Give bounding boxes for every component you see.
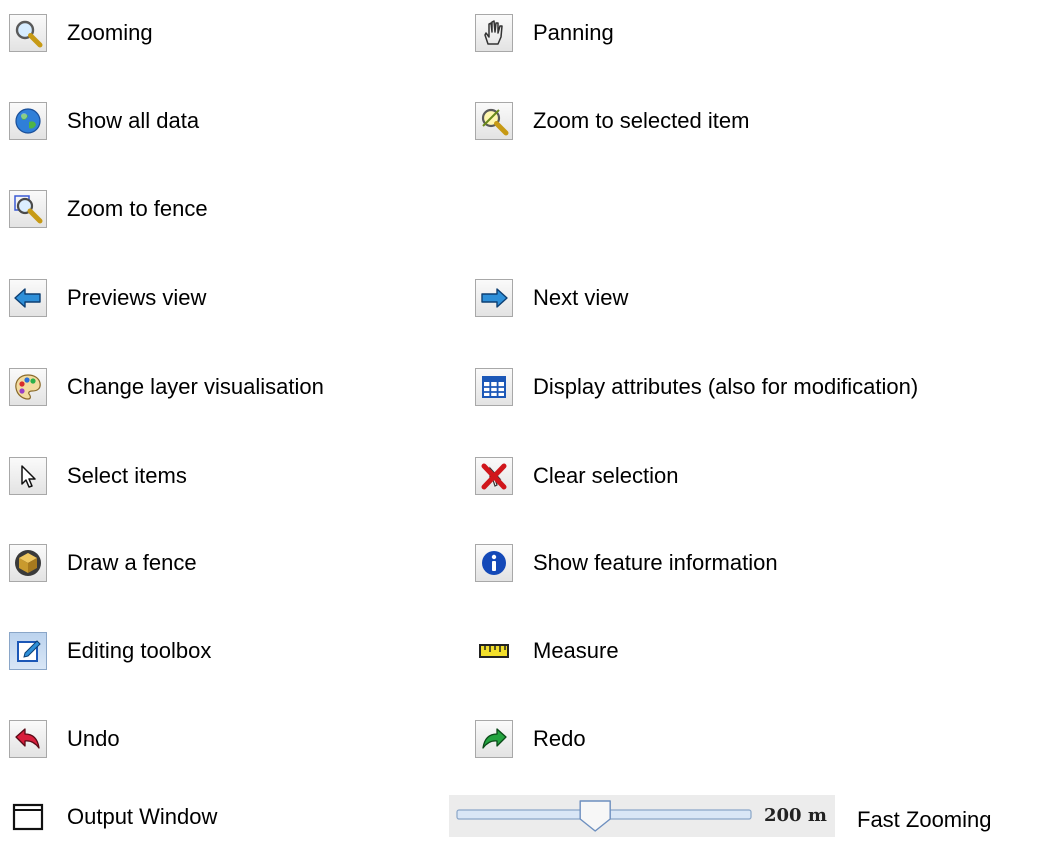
- tool-change-layer-vis-label: Change layer visualisation: [67, 374, 324, 399]
- window-icon[interactable]: [9, 798, 47, 836]
- tool-change-layer-visualisation[interactable]: Change layer visualisation: [9, 366, 324, 408]
- palette-icon[interactable]: [9, 368, 47, 406]
- tool-zoom-to-selected[interactable]: Zoom to selected item: [475, 100, 749, 142]
- tool-editing-toolbox[interactable]: Editing toolbox: [9, 630, 211, 672]
- tool-clear-selection-label: Clear selection: [533, 463, 679, 488]
- tool-editing-toolbox-label: Editing toolbox: [67, 638, 212, 663]
- tool-clear-selection[interactable]: Clear selection: [475, 455, 679, 497]
- tool-output-window[interactable]: Output Window: [9, 796, 217, 838]
- globe-icon[interactable]: [9, 102, 47, 140]
- tool-display-attributes-label: Display attributes (also for modificatio…: [533, 374, 919, 399]
- tool-panning-label: Panning: [533, 20, 614, 45]
- tool-display-attributes[interactable]: Display attributes (also for modificatio…: [475, 366, 918, 408]
- tool-measure-label: Measure: [533, 638, 619, 663]
- hand-icon[interactable]: [475, 14, 513, 52]
- tool-draw-fence[interactable]: Draw a fence: [9, 542, 197, 584]
- redo-arrow-icon[interactable]: [475, 720, 513, 758]
- box-icon[interactable]: [9, 544, 47, 582]
- tool-panning[interactable]: Panning: [475, 12, 614, 54]
- tool-show-feature-info[interactable]: Show feature information: [475, 542, 778, 584]
- tool-output-window-label: Output Window: [67, 804, 218, 829]
- info-icon[interactable]: [475, 544, 513, 582]
- tool-draw-fence-label: Draw a fence: [67, 550, 197, 575]
- tool-select-items-label: Select items: [67, 463, 187, 488]
- tool-zooming[interactable]: Zooming: [9, 12, 153, 54]
- tool-show-feature-info-label: Show feature information: [533, 550, 778, 575]
- slider-graphic: 200 m: [456, 800, 827, 832]
- tool-previous-view[interactable]: Previews view: [9, 277, 206, 319]
- edit-pencil-icon[interactable]: [9, 632, 47, 670]
- slider-thumb[interactable]: [579, 800, 611, 832]
- tool-redo-label: Redo: [533, 726, 586, 751]
- tool-zoom-to-selected-label: Zoom to selected item: [533, 108, 750, 133]
- arrow-left-icon[interactable]: [9, 279, 47, 317]
- fast-zoom-label: Fast Zooming: [857, 807, 992, 832]
- magnifier-icon[interactable]: [9, 14, 47, 52]
- tool-select-items[interactable]: Select items: [9, 455, 187, 497]
- tool-zooming-label: Zooming: [67, 20, 153, 45]
- tool-previous-view-label: Previews view: [67, 285, 207, 310]
- tool-undo-label: Undo: [67, 726, 120, 751]
- cursor-arrow-icon[interactable]: [9, 457, 47, 495]
- tool-next-view-label: Next view: [533, 285, 629, 310]
- tool-zoom-to-fence-label: Zoom to fence: [67, 196, 208, 221]
- tool-show-all-data[interactable]: Show all data: [9, 100, 199, 142]
- fast-zoom-slider[interactable]: 200 m: [449, 795, 835, 837]
- tool-measure[interactable]: Measure: [475, 630, 619, 672]
- tool-redo[interactable]: Redo: [475, 718, 586, 760]
- tool-undo[interactable]: Undo: [9, 718, 120, 760]
- zoom-selected-icon[interactable]: [475, 102, 513, 140]
- tool-show-all-data-label: Show all data: [67, 108, 200, 133]
- fast-zoom-value: 200 m: [764, 805, 827, 826]
- zoom-fence-icon[interactable]: [9, 190, 47, 228]
- tool-zoom-to-fence[interactable]: Zoom to fence: [9, 188, 208, 230]
- ruler-icon[interactable]: [475, 632, 513, 670]
- tool-next-view[interactable]: Next view: [475, 277, 628, 319]
- arrow-right-icon[interactable]: [475, 279, 513, 317]
- table-grid-icon[interactable]: [475, 368, 513, 406]
- undo-arrow-icon[interactable]: [9, 720, 47, 758]
- clear-selection-icon[interactable]: [475, 457, 513, 495]
